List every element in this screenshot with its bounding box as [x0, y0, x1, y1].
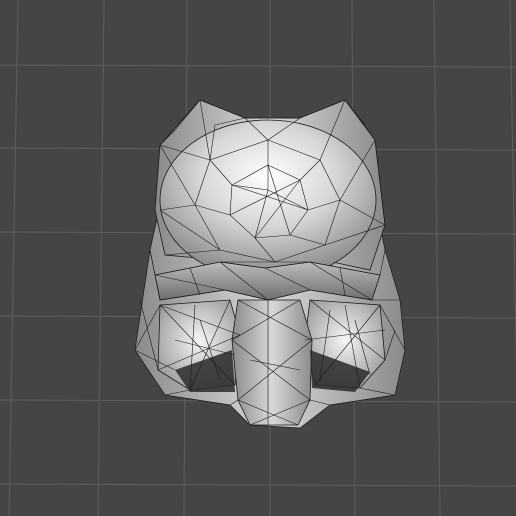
grid-line-vertical: [97, 0, 105, 516]
viewport-canvas[interactable]: [0, 0, 516, 516]
grid-line-vertical: [8, 0, 19, 516]
3d-viewport[interactable]: [0, 0, 516, 516]
helmet-nose-guard: [231, 299, 313, 426]
grid-line-vertical: [509, 0, 516, 373]
grid-line-horizontal: [0, 64, 516, 68]
helmet-model[interactable]: [134, 99, 406, 429]
grid-line-vertical: [433, 0, 441, 516]
grid-line-horizontal: [0, 483, 516, 487]
